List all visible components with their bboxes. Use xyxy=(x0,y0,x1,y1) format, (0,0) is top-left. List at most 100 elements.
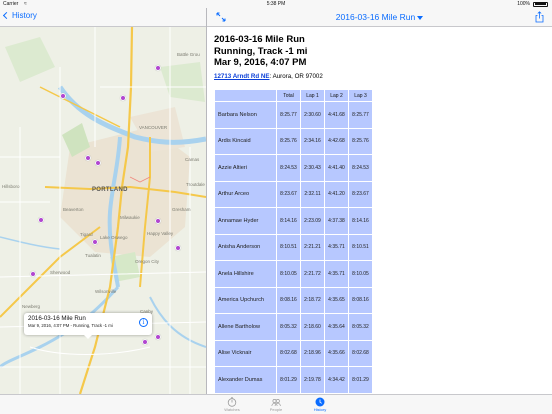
total-time: 8:24.53 xyxy=(276,154,301,182)
map-label-vancouver: VANCOUVER xyxy=(139,125,168,130)
event-date: Mar 9, 2016, 4:07 PM xyxy=(214,57,307,68)
lap-1-time: 2:18.96 xyxy=(300,339,325,367)
total-time: 8:25.76 xyxy=(276,127,301,155)
lap-2-time: 4:34.42 xyxy=(324,366,349,394)
lap-1-time: 2:18.60 xyxy=(300,313,325,341)
map-pin[interactable] xyxy=(120,95,126,101)
total-time: 8:08.16 xyxy=(276,286,301,314)
runner-name: Arthur Arceo xyxy=(214,180,277,208)
map-pin[interactable] xyxy=(38,217,44,223)
callout-subtitle: Mar 9, 2016, 4:07 PM - Running, Track -1… xyxy=(28,323,113,328)
lap-2-time: 4:41.40 xyxy=(324,154,349,182)
info-icon[interactable]: i xyxy=(139,318,148,327)
total-time: 8:02.68 xyxy=(276,339,301,367)
map-pin[interactable] xyxy=(95,160,101,166)
map-label-lake-oswego: Lake Oswego xyxy=(100,235,128,240)
results-header-row: Total Lap 1 Lap 2 Lap 3 xyxy=(214,89,373,102)
lap-3-time: 8:08.16 xyxy=(348,286,373,314)
map-pin[interactable] xyxy=(175,245,181,251)
lap-3-time: 8:14.16 xyxy=(348,207,373,235)
map-pin[interactable] xyxy=(142,339,148,345)
lap-3-time: 8:10.51 xyxy=(348,233,373,261)
table-row[interactable]: Barbara Nelson 8:25.77 2:30.60 4:41.68 8:25.… xyxy=(214,101,373,129)
runner-name: Alise Vicknair xyxy=(214,339,277,367)
event-title-dropdown[interactable]: 2016-03-16 Mile Run xyxy=(207,12,552,22)
event-type: Running, Track -1 mi xyxy=(214,45,308,57)
back-button[interactable]: History xyxy=(2,11,37,20)
lap-3-time: 8:01.29 xyxy=(348,366,373,394)
results-table: Total Lap 1 Lap 2 Lap 3 Barbara Nelson 8:… xyxy=(214,89,373,394)
lap-2-time: 4:41.68 xyxy=(324,101,349,129)
map-pin[interactable] xyxy=(155,65,161,71)
battery-percent: 100% xyxy=(517,1,530,7)
runner-name: Barbara Nelson xyxy=(214,101,277,129)
tab-label: Watches xyxy=(224,407,240,412)
map-label-gresham: Gresham xyxy=(172,207,191,212)
tab-label: People xyxy=(269,407,283,412)
table-row[interactable]: Allene Bartholow 8:05.32 2:18.60 4:35.64 8:0… xyxy=(214,313,373,341)
lap-1-time: 2:32.11 xyxy=(300,180,325,208)
address-link[interactable]: 12713 Arndt Rd NE xyxy=(214,73,269,80)
total-time: 8:05.32 xyxy=(276,313,301,341)
map-label-beaverton: Beaverton xyxy=(63,207,84,212)
app-window: Carrier ≈ 5:38 PM 100% History 2016-03-1… xyxy=(0,0,552,414)
map-pin[interactable] xyxy=(60,93,66,99)
lap-3-time: 8:02.68 xyxy=(348,339,373,367)
tab-history[interactable]: History xyxy=(300,397,340,412)
table-row[interactable]: Anisha Anderson 8:10.51 2:21.21 4:35.71 8:10… xyxy=(214,233,373,261)
lap-2-time: 4:35.71 xyxy=(324,260,349,288)
event-name: 2016-03-16 Mile Run xyxy=(214,34,305,45)
map-label-troutdale: Troutdale xyxy=(186,182,205,187)
master-nav-bar: History xyxy=(0,8,206,27)
detail-pane: 2016-03-16 Mile Run Running, Track -1 mi… xyxy=(207,27,552,394)
tab-watches[interactable]: Watches xyxy=(212,397,252,412)
map-pin[interactable] xyxy=(92,239,98,245)
tab-label: History xyxy=(313,407,327,412)
lap-1-time: 2:30.60 xyxy=(300,101,325,129)
map-pin[interactable] xyxy=(85,155,91,161)
table-row[interactable]: Anela Hillshire 8:10.05 2:21.72 4:35.71 8:10… xyxy=(214,260,373,288)
share-icon[interactable] xyxy=(535,11,544,23)
runner-name: America Upchurch xyxy=(214,286,277,314)
nav-title-label: 2016-03-16 Mile Run xyxy=(335,12,416,22)
table-row[interactable]: America Upchurch 8:08.16 2:18.72 4:35.65 8:0… xyxy=(214,286,373,314)
event-header: 2016-03-16 Mile Run Running, Track -1 mi… xyxy=(214,34,307,69)
runner-name: Ardis Kincaid xyxy=(214,127,277,155)
map-pin[interactable] xyxy=(30,271,36,277)
total-time: 8:14.16 xyxy=(276,207,301,235)
runner-name: Anisha Anderson xyxy=(214,233,277,261)
table-row[interactable]: Arthur Arceo 8:23.67 2:32.11 4:41.20 8:23.67 xyxy=(214,180,373,208)
tab-people[interactable]: People xyxy=(256,397,296,412)
lap-1-time: 2:19.78 xyxy=(300,366,325,394)
table-row[interactable]: Alise Vicknair 8:02.68 2:18.96 4:35.66 8:02.… xyxy=(214,339,373,367)
back-button-label: History xyxy=(12,11,37,20)
lap-3-time: 8:23.67 xyxy=(348,180,373,208)
total-time: 8:10.51 xyxy=(276,233,301,261)
lap-3-time: 8:25.77 xyxy=(348,101,373,129)
map-pin[interactable] xyxy=(155,334,161,340)
lap-3-time: 8:10.05 xyxy=(348,260,373,288)
lap-2-time: 4:35.64 xyxy=(324,313,349,341)
map-label-wilsonville: Wilsonville xyxy=(95,289,117,294)
table-row[interactable]: Alexander Dumas 8:01.29 2:19.78 4:34.42 8:01… xyxy=(214,366,373,394)
lap-2-time: 4:37.38 xyxy=(324,207,349,235)
runner-name: Alexander Dumas xyxy=(214,366,277,394)
status-bar: Carrier ≈ 5:38 PM 100% xyxy=(0,0,552,8)
map-label-tualatin: Tualatin xyxy=(85,253,101,258)
history-icon xyxy=(315,397,325,407)
map-callout[interactable]: 2016-03-16 Mile Run Mar 9, 2016, 4:07 PM… xyxy=(24,313,152,339)
table-row[interactable]: Ardis Kincaid 8:25.76 2:34.16 4:42.68 8:25.7… xyxy=(214,127,373,155)
runner-name: Azzie Altieri xyxy=(214,154,277,182)
map-label-hillsboro: Hillsboro xyxy=(2,184,20,189)
lap-1-time: 2:21.72 xyxy=(300,260,325,288)
chevron-left-icon xyxy=(2,11,11,20)
table-row[interactable]: Azzie Altieri 8:24.53 2:30.43 4:41.40 8:24.5… xyxy=(214,154,373,182)
map-pin[interactable] xyxy=(155,218,161,224)
table-row[interactable]: Annamae Hyder 8:14.16 2:23.09 4:37.38 8:14.1… xyxy=(214,207,373,235)
map-label-sherwood: Sherwood xyxy=(50,270,71,275)
results-body: Barbara Nelson 8:25.77 2:30.60 4:41.68 8:25.… xyxy=(214,101,373,394)
column-header-lap-3: Lap 3 xyxy=(348,89,373,102)
map-view[interactable]: Battle Grou VANCOUVER PORTLAND Beaverton… xyxy=(0,27,206,394)
runner-name: Anela Hillshire xyxy=(214,260,277,288)
lap-2-time: 4:42.68 xyxy=(324,127,349,155)
